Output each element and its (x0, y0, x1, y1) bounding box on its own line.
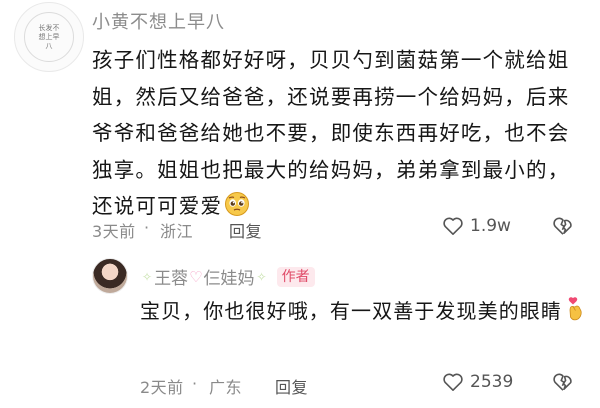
broken-heart-icon[interactable] (552, 216, 574, 236)
comment-text: 孩子们性格都好好呀，贝贝勺到菌菇第一个就给姐姐，然后又给爸爸，还说要再捞一个给妈… (92, 42, 587, 225)
heart-icon (443, 217, 463, 235)
sparkle-icon: ✧ (256, 269, 267, 284)
reply-username-part1: 王蓉 (154, 269, 189, 289)
avatar-text: 长发不想上早八 (38, 23, 60, 50)
comment-location: 浙江 (160, 222, 194, 241)
reply-body: 宝贝，你也很好哦，有一双善于发现美的眼睛 (140, 299, 562, 323)
reply-avatar[interactable] (92, 258, 128, 294)
meta-separator: · (192, 374, 198, 393)
reply-location: 广东 (209, 378, 243, 397)
reply-button[interactable]: 回复 (229, 218, 262, 242)
like-count: 2539 (470, 372, 514, 392)
meta-separator: · (144, 218, 150, 237)
reply-username[interactable]: ✧ 王蓉 ♡ 仨娃妈 ✧ 作者 (140, 264, 315, 289)
reply-time: 2天前 (140, 378, 184, 397)
heart-icon (443, 373, 463, 391)
pink-heart-icon: ♡ (189, 267, 203, 286)
broken-heart-icon[interactable] (552, 372, 574, 392)
comment-time: 3天前 (92, 222, 136, 241)
user-avatar[interactable]: 长发不想上早八 (14, 2, 84, 72)
reply-username-part2: 仨娃妈 (203, 269, 255, 289)
sparkle-icon: ✧ (142, 269, 153, 284)
author-badge: 作者 (276, 266, 315, 287)
reply-button[interactable]: 回复 (275, 374, 308, 398)
avatar-inner-ring: 长发不想上早八 (24, 12, 74, 62)
comment-username[interactable]: 小黄不想上早八 (92, 8, 225, 34)
finger-heart-icon (568, 297, 582, 321)
reply-like-button[interactable]: 2539 (442, 372, 513, 392)
like-button[interactable]: 1.9w (442, 216, 511, 236)
like-count: 1.9w (470, 216, 511, 236)
pleading-face-icon (225, 192, 250, 217)
reply-text: 宝贝，你也很好哦，有一双善于发现美的眼睛 (140, 294, 590, 329)
comment-body: 孩子们性格都好好呀，贝贝勺到菌菇第一个就给姐姐，然后又给爸爸，还说要再捞一个给妈… (92, 48, 570, 219)
